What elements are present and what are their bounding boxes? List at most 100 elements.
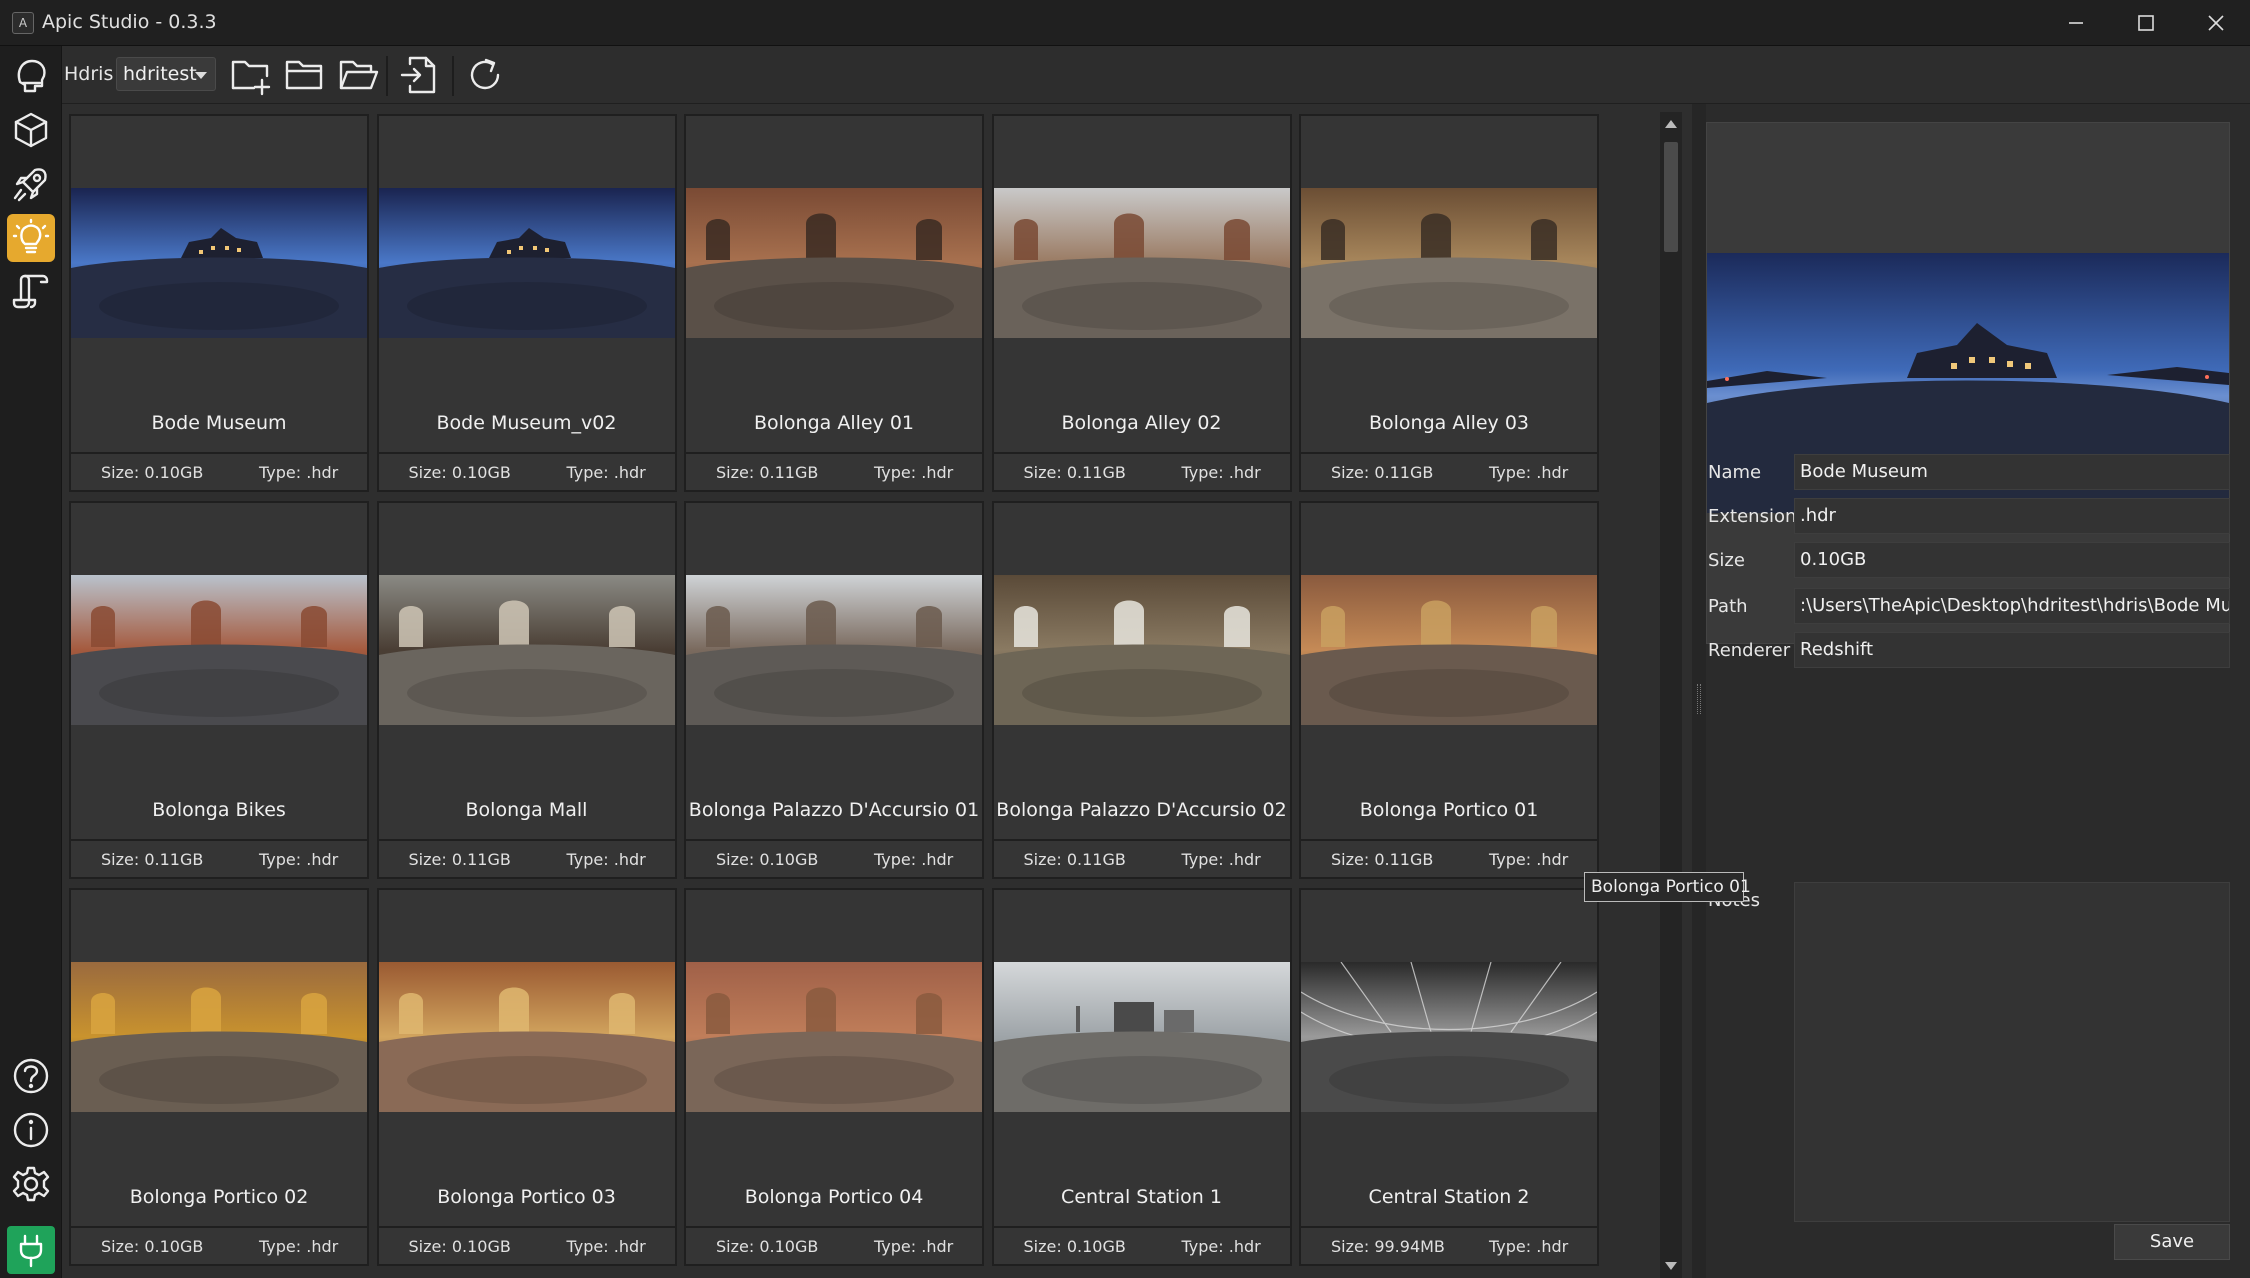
refresh-icon: [470, 58, 500, 90]
add-folder-button[interactable]: [228, 52, 274, 98]
hdri-name: Bode Museum_v02: [436, 412, 617, 434]
sidebar: [0, 46, 62, 1278]
hdri-thumbnail[interactable]: [71, 575, 367, 725]
hdri-card[interactable]: Bolonga Bikes Size: 0.11GB Type: .hdr: [69, 501, 369, 879]
hdri-card[interactable]: Central Station 1 Size: 0.10GB Type: .hdr: [991, 888, 1292, 1266]
hdri-thumbnail[interactable]: [686, 962, 982, 1112]
sidebar-item-head[interactable]: [7, 52, 55, 100]
hdri-type: Type: .hdr: [259, 850, 339, 869]
hdri-thumbnail: [1301, 188, 1597, 338]
folder-button[interactable]: [282, 52, 328, 98]
sidebar-item-models[interactable]: [7, 106, 55, 154]
hdri-thumbnail: [378, 575, 675, 725]
hdri-card[interactable]: Bolonga Portico 01 Size: 0.11GB Type: .hdr: [1299, 501, 1599, 879]
hdri-size: Size: 0.11GB: [1023, 463, 1126, 482]
hdri-thumbnail[interactable]: [71, 188, 367, 338]
hdri-name: Bolonga Portico 01: [1359, 799, 1539, 821]
hdri-thumbnail: [686, 962, 982, 1112]
hdri-size: Size: 0.11GB: [1023, 850, 1126, 869]
refresh-button[interactable]: [462, 52, 508, 98]
library-select[interactable]: hdritest: [116, 57, 216, 91]
hdri-thumbnail[interactable]: [993, 188, 1290, 338]
hdri-thumbnail[interactable]: [993, 962, 1290, 1112]
name-field[interactable]: Bode Museum: [1794, 454, 2230, 490]
scroll-up-icon[interactable]: [1665, 120, 1677, 128]
import-button[interactable]: [396, 52, 442, 98]
hdri-meta: Size: 0.11GB Type: .hdr: [686, 452, 982, 490]
extension-field[interactable]: .hdr: [1794, 498, 2230, 534]
hdri-thumbnail[interactable]: [378, 962, 675, 1112]
hdri-size: Size: 0.10GB: [101, 1237, 204, 1256]
hdri-card[interactable]: Bolonga Portico 02 Size: 0.10GB Type: .hdr: [69, 888, 369, 1266]
hdri-card[interactable]: Bolonga Alley 01 Size: 0.11GB Type: .hdr: [684, 114, 984, 492]
renderer-field[interactable]: Redshift: [1794, 632, 2230, 668]
hdri-name: Bolonga Alley 01: [753, 412, 915, 434]
hdri-thumbnail: [1301, 962, 1597, 1112]
connection-button[interactable]: [7, 1226, 55, 1274]
close-button[interactable]: [2180, 0, 2250, 46]
hdri-name: Bolonga Mall: [465, 799, 588, 821]
maximize-button[interactable]: [2110, 0, 2182, 46]
open-folder-button[interactable]: [336, 52, 382, 98]
tooltip: Bolonga Portico 01: [1584, 872, 1751, 902]
hdri-card[interactable]: Bolonga Alley 03 Size: 0.11GB Type: .hdr: [1299, 114, 1599, 492]
splitter-grip[interactable]: [1697, 684, 1701, 714]
save-button[interactable]: Save: [2114, 1224, 2230, 1260]
hdri-name: Bolonga Alley 03: [1368, 412, 1530, 434]
grid-scrollbar[interactable]: [1660, 112, 1682, 1278]
hdri-meta: Size: 99.94MB Type: .hdr: [1301, 1226, 1597, 1264]
hdri-thumbnail[interactable]: [1301, 962, 1597, 1112]
sidebar-item-materials[interactable]: [7, 160, 55, 208]
info-button[interactable]: [7, 1106, 55, 1154]
hdri-card[interactable]: Central Station 2 Size: 99.94MB Type: .hdr: [1299, 888, 1599, 1266]
hdri-card[interactable]: Bolonga Portico 04 Size: 0.10GB Type: .hdr: [684, 888, 984, 1266]
hdri-type: Type: .hdr: [1489, 463, 1569, 482]
hdri-thumbnail[interactable]: [1301, 575, 1597, 725]
scroll-down-icon[interactable]: [1665, 1262, 1677, 1270]
hdri-thumbnail[interactable]: [686, 575, 982, 725]
library-label: Hdris: [64, 63, 114, 85]
hdri-card[interactable]: Bolonga Palazzo D'Accursio 01 Size: 0.10G…: [684, 501, 984, 879]
hdri-card[interactable]: Bolonga Alley 02 Size: 0.11GB Type: .hdr: [991, 114, 1292, 492]
hdri-card[interactable]: Bolonga Mall Size: 0.11GB Type: .hdr: [376, 501, 677, 879]
hdri-name: Bolonga Bikes: [152, 799, 286, 821]
settings-icon: [12, 1166, 50, 1202]
hdri-meta: Size: 0.11GB Type: .hdr: [993, 839, 1290, 877]
hdri-card[interactable]: Bode Museum_v02 Size: 0.10GB Type: .hdr: [376, 114, 677, 492]
sidebar-item-hdris[interactable]: [7, 214, 55, 262]
hdri-type: Type: .hdr: [566, 850, 646, 869]
hdri-type: Type: .hdr: [259, 463, 339, 482]
hdri-meta: Size: 0.10GB Type: .hdr: [378, 452, 675, 490]
settings-button[interactable]: [7, 1160, 55, 1208]
hdri-thumbnail[interactable]: [71, 962, 367, 1112]
hdri-thumbnail[interactable]: [1301, 188, 1597, 338]
hdri-card[interactable]: Bode Museum Size: 0.10GB Type: .hdr: [69, 114, 369, 492]
minimize-button[interactable]: [2040, 0, 2112, 46]
toolbar-divider: [386, 56, 388, 96]
hdri-thumbnail[interactable]: [378, 188, 675, 338]
path-field[interactable]: :\Users\TheApic\Desktop\hdritest\hdris\B…: [1794, 588, 2230, 624]
panel-splitter[interactable]: [1692, 104, 1706, 1278]
hdri-type: Type: .hdr: [1489, 1237, 1569, 1256]
size-label: Size: [1708, 550, 1745, 571]
scrollbar-thumb[interactable]: [1664, 142, 1678, 252]
hdri-size: Size: 0.11GB: [408, 850, 511, 869]
hdri-meta: Size: 0.11GB Type: .hdr: [378, 839, 675, 877]
hdri-size: Size: 0.11GB: [1331, 463, 1434, 482]
hdri-thumbnail[interactable]: [378, 575, 675, 725]
hdri-thumbnail: [686, 188, 982, 338]
hdri-card[interactable]: Bolonga Portico 03 Size: 0.10GB Type: .hdr: [376, 888, 677, 1266]
hdri-card[interactable]: Bolonga Palazzo D'Accursio 02 Size: 0.11G…: [991, 501, 1292, 879]
open-folder-icon: [339, 60, 379, 90]
close-icon: [2208, 15, 2224, 31]
hdri-thumbnail[interactable]: [686, 188, 982, 338]
help-button[interactable]: [7, 1052, 55, 1100]
sidebar-item-scripts[interactable]: [7, 268, 55, 316]
hdri-size: Size: 0.10GB: [408, 1237, 511, 1256]
hdri-size: Size: 0.11GB: [716, 463, 819, 482]
hdri-thumbnail[interactable]: [993, 575, 1290, 725]
notes-field[interactable]: [1794, 882, 2230, 1222]
size-field[interactable]: 0.10GB: [1794, 542, 2230, 578]
rocket-icon: [13, 168, 47, 202]
hdri-thumbnail: [71, 962, 367, 1112]
